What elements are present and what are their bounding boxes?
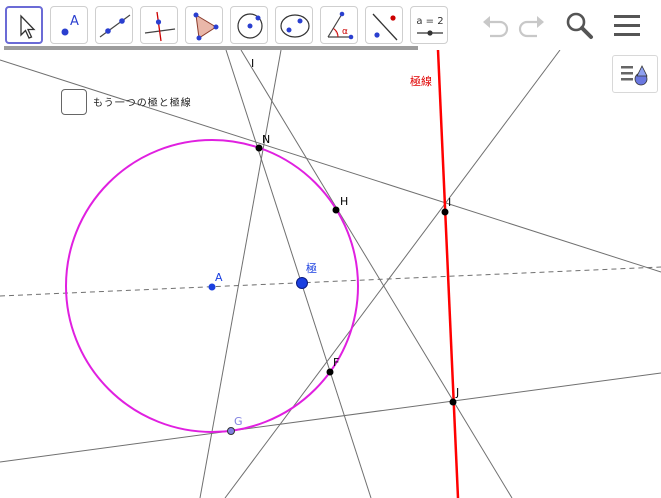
toolbar: A α a = 2 <box>0 0 661 50</box>
point-H[interactable] <box>332 206 340 214</box>
I-label: I <box>448 196 451 209</box>
algebra-view-icon <box>621 65 648 86</box>
point-tool-button[interactable]: A <box>50 6 88 44</box>
move-tool-icon <box>20 14 36 39</box>
graphics-view[interactable]: I 極線 N H I A 極 F J G <box>0 50 661 498</box>
G-label: G <box>234 415 243 428</box>
J-label: J <box>455 386 459 399</box>
polygon-tool-icon <box>193 12 219 41</box>
reflect-tool-button[interactable] <box>365 6 403 44</box>
line-through-N-F[interactable] <box>225 50 372 498</box>
point-F[interactable] <box>326 368 334 376</box>
point-tool-icon: A <box>61 14 79 36</box>
angle-tool-icon: α <box>327 11 354 40</box>
F-label: F <box>333 356 339 369</box>
checkbox-label: もう一つの極と極線 <box>93 98 192 109</box>
angle-tool-button[interactable]: α <box>320 6 358 44</box>
checkbox[interactable] <box>61 89 87 115</box>
move-tool-button[interactable] <box>5 6 43 44</box>
A-label: A <box>215 271 223 284</box>
search-icon[interactable] <box>562 8 596 42</box>
slider-tool-button[interactable]: a = 2 <box>410 6 448 44</box>
perpendicular-line-tool-icon <box>144 11 176 42</box>
line-I-label: I <box>251 57 254 70</box>
line-I[interactable] <box>199 50 282 498</box>
N-label: N <box>262 133 270 146</box>
menu-icon[interactable] <box>610 8 644 42</box>
point-G[interactable] <box>227 427 235 435</box>
pole-point[interactable] <box>296 277 308 289</box>
line-through-I-F[interactable] <box>224 50 561 498</box>
polar-line-label: 極線 <box>410 74 432 88</box>
line-tool-icon <box>99 14 131 38</box>
perpendicular-line-tool-button[interactable] <box>140 6 178 44</box>
circle-tool-icon <box>237 13 263 39</box>
line-through-H-J[interactable] <box>240 50 513 498</box>
line-tool-button[interactable] <box>95 6 133 44</box>
algebra-view-toggle[interactable] <box>612 55 658 93</box>
H-label: H <box>340 195 348 208</box>
polar-line[interactable] <box>436 50 460 498</box>
point-A[interactable] <box>208 283 216 291</box>
polygon-tool-button[interactable] <box>185 6 223 44</box>
line-through-N-I[interactable] <box>0 59 661 273</box>
dashed-line-A-pole[interactable] <box>0 266 661 297</box>
svg-text:a = 2: a = 2 <box>416 16 443 27</box>
line-through-G-J[interactable] <box>0 372 661 463</box>
svg-text:α: α <box>342 27 348 37</box>
redo-icon[interactable] <box>515 8 549 42</box>
reflect-tool-icon <box>372 13 398 41</box>
conic-tool-button[interactable] <box>275 6 313 44</box>
conic-tool-icon <box>280 14 310 38</box>
circle-tool-button[interactable] <box>230 6 268 44</box>
point-J[interactable] <box>449 398 457 406</box>
undo-icon[interactable] <box>478 8 512 42</box>
slider-tool-icon: a = 2 <box>416 16 444 36</box>
svg-text:A: A <box>70 14 79 29</box>
pole-label: 極 <box>306 261 317 275</box>
point-I[interactable] <box>441 208 449 216</box>
